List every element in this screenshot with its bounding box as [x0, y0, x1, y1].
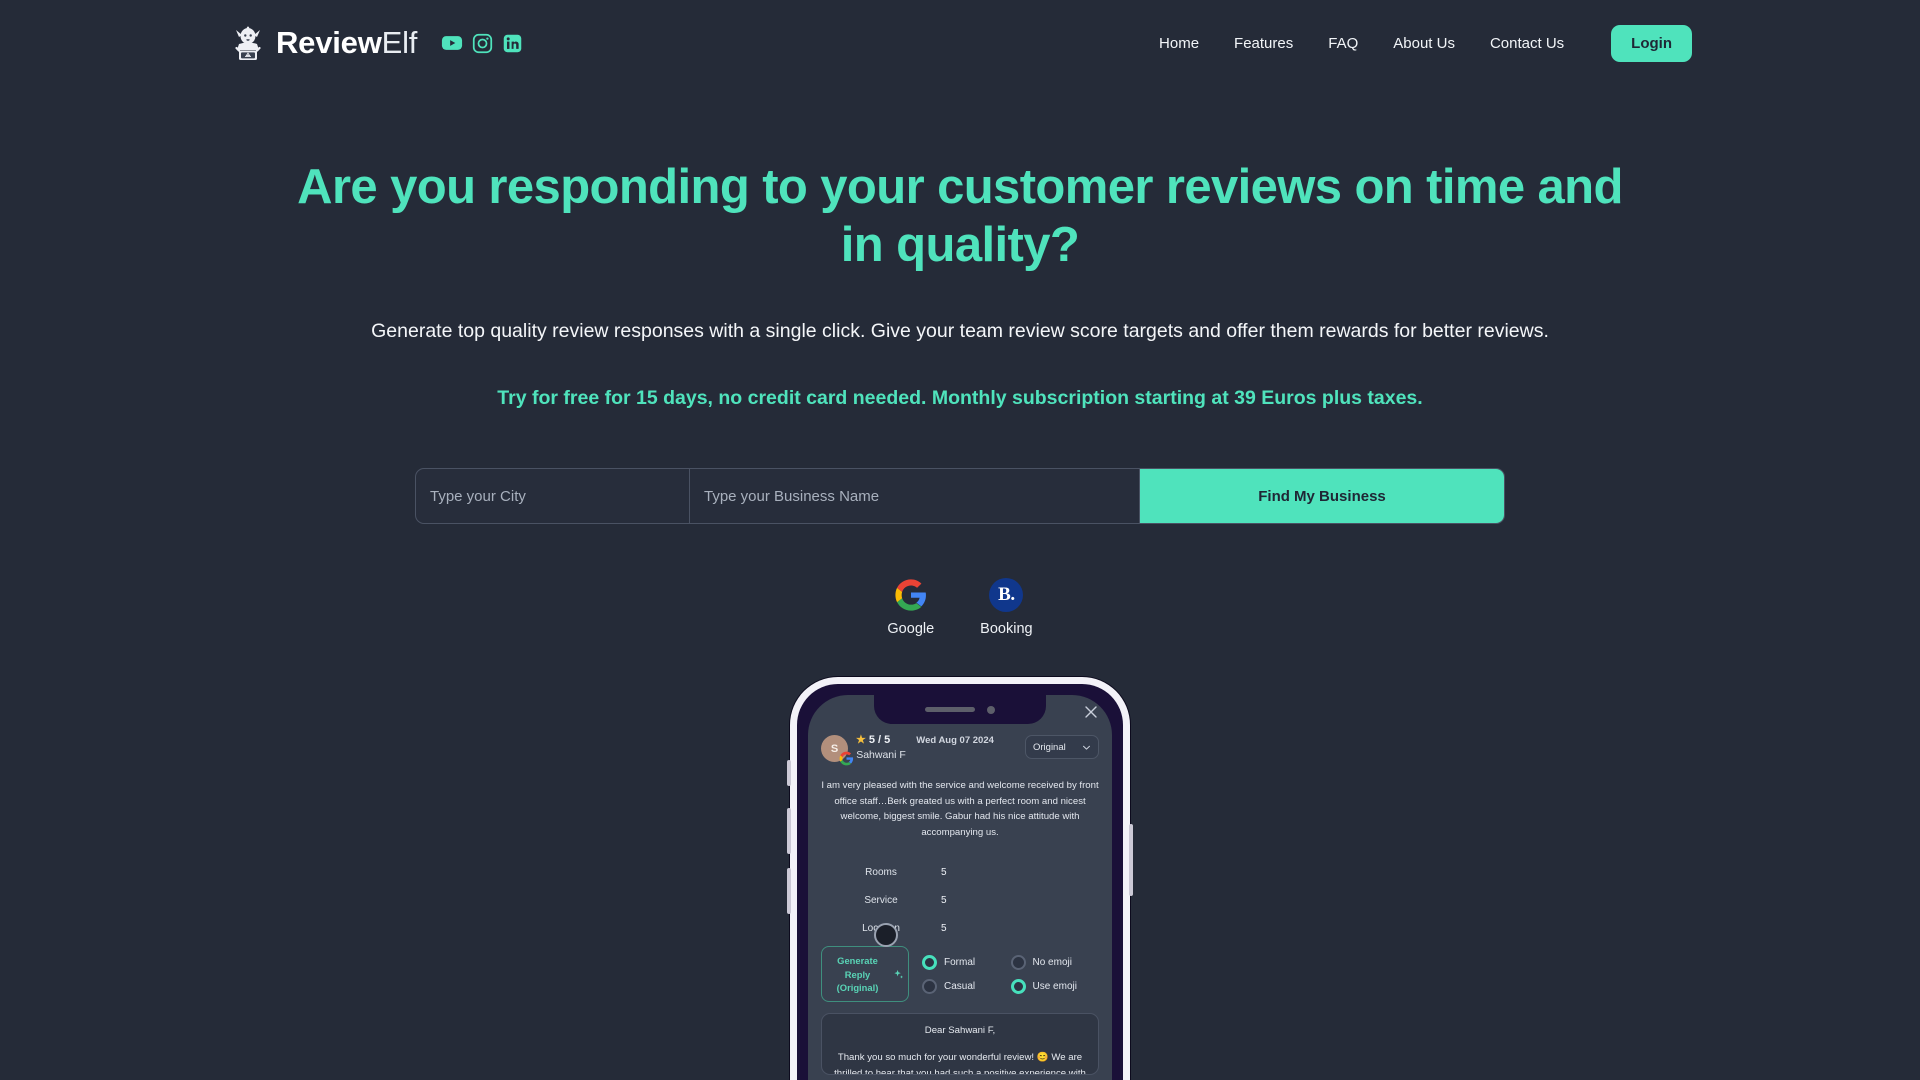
platform-label-google: Google: [887, 621, 935, 638]
radio-option-casual[interactable]: Casual: [922, 978, 1011, 994]
platform-list: Google B. Booking: [0, 578, 1920, 637]
phone-silent-switch: [787, 760, 791, 787]
nav-item-contact-us[interactable]: Contact Us: [1490, 35, 1564, 52]
nav-item-about-us[interactable]: About Us: [1393, 35, 1455, 52]
platform-booking[interactable]: B. Booking: [980, 578, 1033, 638]
tone-select[interactable]: Original: [1025, 735, 1099, 760]
close-icon[interactable]: [1083, 704, 1099, 720]
score-value: 5: [941, 867, 947, 879]
youtube-icon[interactable]: [441, 32, 463, 54]
hero-subtitle: Generate top quality review responses wi…: [371, 319, 1549, 342]
generated-reply-textarea[interactable]: Dear Sahwani F, Thank you so much for yo…: [821, 1013, 1099, 1076]
logo-link[interactable]: ReviewElf: [228, 22, 417, 64]
booking-logo-icon: B.: [989, 578, 1024, 613]
generate-reply-button[interactable]: Generate Reply (Original): [821, 946, 909, 1003]
chevron-down-icon: [1082, 743, 1091, 752]
phone-mockup: S ★ 5 / 5 Wed Aug 07 2024 Sahwani F Orig…: [787, 677, 1133, 1080]
review-score-list: Rooms 5 Service 5 Location 5: [821, 862, 1099, 939]
score-label: Rooms: [865, 867, 897, 879]
radio-option-formal[interactable]: Formal: [922, 954, 1011, 970]
cursor-pointer-indicator: [874, 923, 898, 948]
score-value: 5: [941, 923, 947, 935]
star-icon: ★: [856, 734, 866, 747]
table-row: Rooms 5: [821, 862, 1099, 883]
page-title: Are you responding to your customer revi…: [297, 160, 1623, 273]
reply-option-group: Formal No emoji Casual Use emoji: [922, 954, 1100, 994]
avatar: S: [821, 735, 854, 766]
score-value: 5: [941, 895, 947, 907]
logo-word-primary: Review: [276, 25, 382, 60]
status-badge: ★ 5 / 5: [856, 733, 891, 747]
main-nav: Home Features FAQ About Us Contact Us Lo…: [1159, 24, 1692, 62]
reply-greeting: Dear Sahwani F,: [924, 1025, 996, 1037]
rating-row: ★ 5 / 5 Wed Aug 07 2024: [856, 733, 1017, 747]
phone-screen: S ★ 5 / 5 Wed Aug 07 2024 Sahwani F Orig…: [808, 695, 1112, 1080]
sparkle-icon: [893, 969, 904, 980]
radio-indicator: [1010, 954, 1026, 970]
social-links: [441, 32, 523, 54]
phone-frame: S ★ 5 / 5 Wed Aug 07 2024 Sahwani F Orig…: [787, 677, 1133, 1080]
logo-word-secondary: Elf: [381, 25, 418, 60]
elf-mascot-icon: [228, 22, 268, 64]
review-body-text: I am very pleased with the service and w…: [821, 780, 1099, 838]
score-label: Service: [864, 895, 898, 907]
radio-label: Use emoji: [1032, 980, 1077, 992]
radio-label: Formal: [944, 956, 976, 968]
review-date: Wed Aug 07 2024: [916, 735, 994, 747]
radio-indicator: [1010, 978, 1026, 994]
phone-notch: [874, 695, 1046, 725]
review-header: S ★ 5 / 5 Wed Aug 07 2024 Sahwani F Orig…: [821, 733, 1099, 766]
google-badge-icon: [839, 751, 854, 766]
reply-body: Thank you so much for your wonderful rev…: [834, 1052, 1086, 1076]
phone-volume-down-button: [787, 868, 791, 915]
radio-option-use-emoji[interactable]: Use emoji: [1010, 978, 1100, 994]
radio-option-no-emoji[interactable]: No emoji: [1010, 954, 1100, 970]
phone-volume-up-button: [787, 808, 791, 855]
hero-section: Are you responding to your customer revi…: [0, 86, 1920, 1080]
rating-value: 5 / 5: [868, 733, 891, 746]
booking-mark: B.: [989, 578, 1024, 613]
find-my-business-button[interactable]: Find My Business: [1140, 469, 1504, 524]
logo-wordmark: ReviewElf: [276, 25, 417, 61]
radio-indicator: [922, 978, 937, 994]
nav-item-faq[interactable]: FAQ: [1328, 35, 1358, 52]
platform-label-booking: Booking: [980, 621, 1033, 638]
review-meta: ★ 5 / 5 Wed Aug 07 2024 Sahwani F: [856, 733, 1017, 762]
table-row: Location 5: [821, 918, 1099, 939]
hero-promo-text: Try for free for 15 days, no credit card…: [497, 386, 1423, 409]
linkedin-icon[interactable]: [501, 32, 523, 54]
city-input[interactable]: [416, 469, 690, 524]
radio-indicator: [922, 954, 937, 970]
business-name-input[interactable]: [690, 469, 1140, 524]
login-button[interactable]: Login: [1611, 24, 1692, 62]
platform-google[interactable]: Google: [887, 578, 934, 637]
brand-block: ReviewElf: [228, 22, 523, 64]
front-camera: [987, 705, 995, 714]
table-row: Service 5: [821, 890, 1099, 911]
google-logo-icon: [894, 578, 928, 612]
radio-label: No emoji: [1032, 956, 1072, 968]
tone-select-value: Original: [1033, 741, 1066, 753]
reply-controls: Generate Reply (Original) Formal No emoj…: [821, 946, 1100, 1003]
reviewer-name: Sahwani F: [856, 749, 906, 762]
generate-reply-label: Generate Reply (Original): [836, 955, 879, 994]
earpiece-speaker: [925, 707, 975, 713]
radio-label: Casual: [944, 980, 976, 992]
instagram-icon[interactable]: [471, 32, 493, 54]
business-search-form: Find My Business: [415, 468, 1505, 525]
review-panel: S ★ 5 / 5 Wed Aug 07 2024 Sahwani F Orig…: [808, 695, 1112, 1076]
nav-item-features[interactable]: Features: [1234, 35, 1293, 52]
phone-power-button: [1129, 824, 1133, 897]
nav-item-home[interactable]: Home: [1159, 35, 1199, 52]
site-header: ReviewElf Home Features FAQ About Us Con…: [0, 0, 1920, 86]
